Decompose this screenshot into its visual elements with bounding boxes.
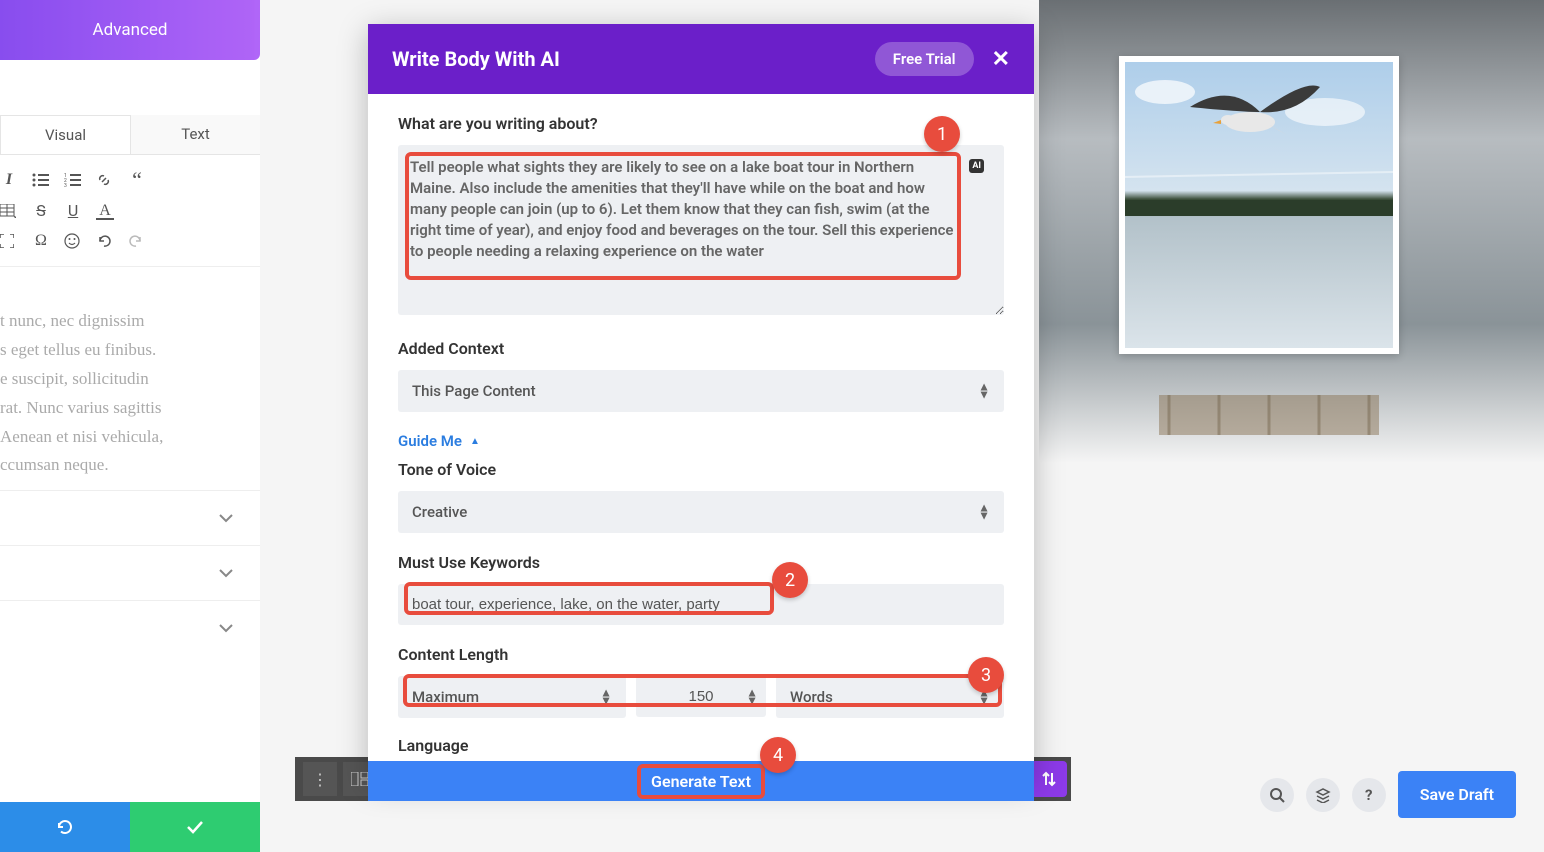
length-mode-select[interactable]: Maximum [398,676,626,718]
help-button[interactable]: ? [1352,778,1386,812]
length-value-input[interactable] [636,676,766,717]
tone-label: Tone of Voice [398,460,1004,479]
language-label: Language [398,736,1004,755]
confirm-button[interactable] [130,802,260,852]
tab-visual[interactable]: Visual [0,115,131,154]
guide-me-toggle[interactable]: Guide Me ▲ [398,432,1004,450]
context-select[interactable]: This Page Content [398,370,1004,412]
accordion-row-3[interactable] [0,600,260,655]
free-trial-badge[interactable]: Free Trial [875,42,974,76]
generate-bar[interactable]: Generate Text [368,761,1034,801]
save-draft-button[interactable]: Save Draft [1398,771,1516,818]
table-icon[interactable] [0,204,18,218]
more-options-button[interactable]: ⋮ [303,762,337,796]
context-label: Added Context [398,339,1004,358]
guide-me-label: Guide Me [398,432,462,450]
seagull-image [1125,62,1393,348]
search-button[interactable] [1260,778,1294,812]
swap-button[interactable] [1031,761,1067,797]
tone-select[interactable]: Creative [398,491,1004,533]
annotation-badge-2: 2 [772,562,808,598]
omega-icon[interactable]: Ω [32,232,50,250]
editor-toolbar: I 123 “ S U A Ω [0,155,260,267]
left-panel: Advanced Visual Text I 123 “ S U A [0,0,260,852]
undo-icon[interactable] [96,234,114,248]
chevron-down-icon [218,568,234,578]
editor-body-preview[interactable]: t nunc, nec dignissim s eget tellus eu f… [0,267,260,490]
length-label: Content Length [398,645,1004,664]
refresh-button[interactable] [0,802,130,852]
modal-header: Write Body With AI Free Trial ✕ [368,24,1034,94]
prompt-input[interactable] [398,145,1004,315]
chevron-down-icon [218,623,234,633]
link-icon[interactable] [96,172,114,188]
italic-icon[interactable]: I [0,171,18,189]
keywords-input[interactable] [398,584,1004,625]
modal-title: Write Body With AI [392,47,560,71]
chevron-down-icon [218,513,234,523]
tab-advanced[interactable]: Advanced [0,0,260,60]
accordion-row-2[interactable] [0,545,260,600]
svg-text:3: 3 [64,183,67,187]
tab-text[interactable]: Text [131,115,260,154]
text-color-icon[interactable]: A [96,202,114,220]
hero-image-card [1119,56,1399,354]
footer-right: ? Save Draft [1260,771,1516,818]
bullet-list-icon[interactable] [32,173,50,187]
annotation-badge-3: 3 [968,657,1004,693]
annotation-badge-4: 4 [760,737,796,773]
triangle-up-icon: ▲ [470,436,480,447]
strikethrough-icon[interactable]: S [32,201,50,220]
quote-icon[interactable]: “ [128,175,146,185]
fullscreen-icon[interactable] [0,234,18,248]
bottom-action-buttons [0,802,260,852]
editor-tabs: Visual Text [0,115,260,155]
modal-body: What are you writing about? AI Added Con… [368,94,1034,781]
hero-background [1039,0,1544,463]
annotation-badge-1: 1 [924,116,960,152]
emoji-icon[interactable] [64,233,82,249]
numbered-list-icon[interactable]: 123 [64,173,82,187]
ai-icon[interactable]: AI [969,159,984,173]
accordion-row-1[interactable] [0,490,260,545]
layers-button[interactable] [1306,778,1340,812]
redo-icon[interactable] [128,234,146,248]
underline-icon[interactable]: U [64,201,82,220]
generate-text-button[interactable]: Generate Text [637,764,765,799]
prompt-label: What are you writing about? [398,114,1004,133]
keywords-label: Must Use Keywords [398,553,1004,572]
close-icon[interactable]: ✕ [992,47,1010,72]
